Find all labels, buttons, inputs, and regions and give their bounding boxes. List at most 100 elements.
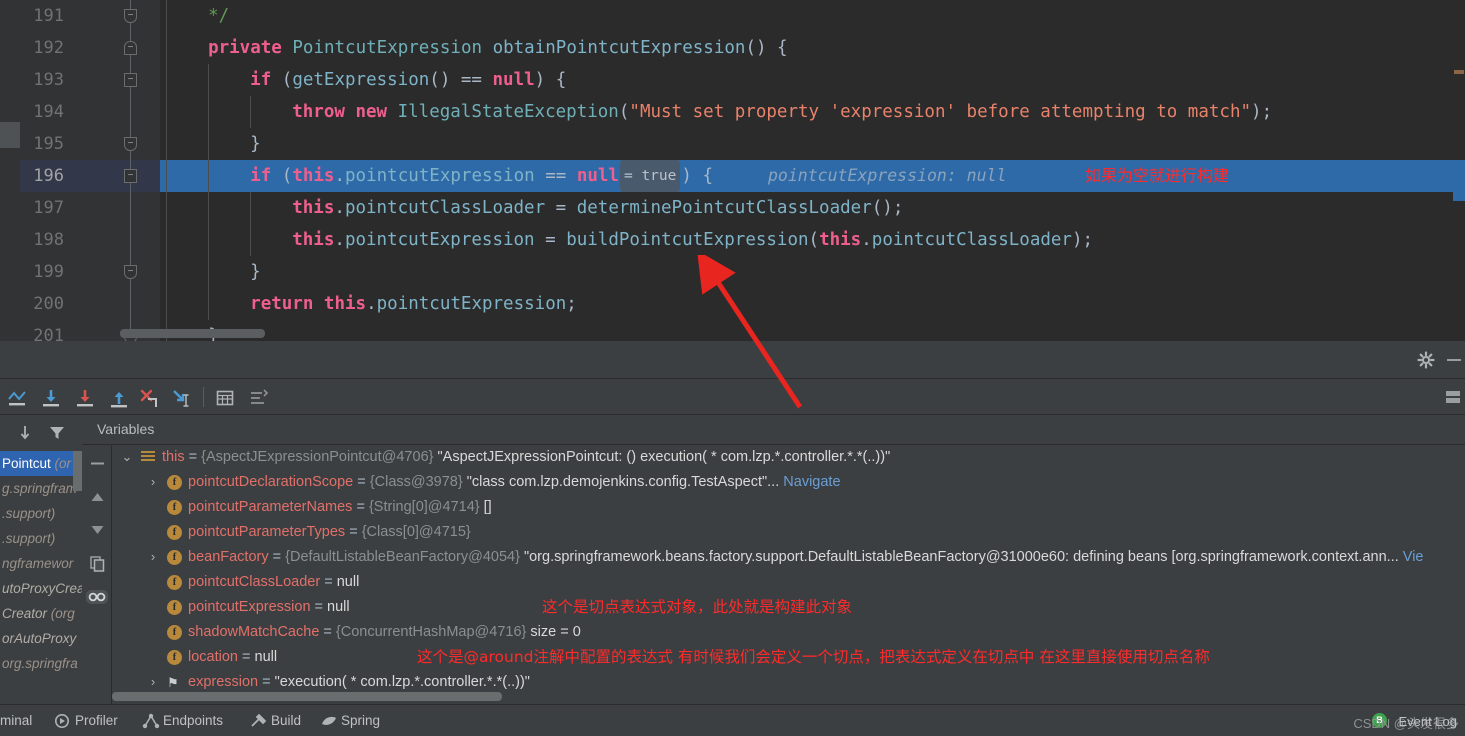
show-execution-point-icon[interactable] (6, 387, 28, 409)
settings-list-icon[interactable] (248, 387, 270, 409)
fold-toggle-icon[interactable]: − (124, 169, 137, 183)
variable-row[interactable]: f pointcutParameterTypes = {Class[0]@4715… (112, 520, 1465, 545)
navigate-link[interactable]: Navigate (783, 474, 840, 490)
sort-arrow-icon[interactable] (16, 424, 34, 447)
move-down-icon[interactable] (89, 521, 106, 538)
frame-item[interactable]: ngframewor (0, 551, 82, 576)
code-line-191[interactable]: */ (160, 0, 1465, 32)
chevron-right-icon[interactable]: › (146, 675, 160, 689)
frame-item[interactable]: orAutoProxy (0, 626, 82, 651)
gutter-line-199[interactable]: 199 − (20, 256, 160, 288)
call-stack-list[interactable]: Pointcut (or g.springfram .support) .suppor… (0, 451, 82, 704)
frames-toolbar[interactable] (0, 415, 82, 451)
variable-row[interactable]: f pointcutClassLoader = null (112, 570, 1465, 595)
code-line-194[interactable]: throw new IllegalStateException("Must se… (160, 96, 1465, 128)
gutter-line-191[interactable]: 191 − (20, 0, 160, 32)
code-line-197[interactable]: this.pointcutClassLoader = determinePoin… (160, 192, 1465, 224)
fold-toggle-icon[interactable]: − (124, 137, 137, 151)
panel-layout-icon[interactable] (1445, 389, 1461, 405)
frame-item[interactable]: org.springfra (0, 651, 82, 676)
copy-icon[interactable] (89, 555, 106, 572)
code-line-201[interactable]: } (160, 320, 1465, 341)
gutter-line-193[interactable]: 193 − (20, 64, 160, 96)
indent-guide (166, 64, 167, 96)
variable-row[interactable]: ⌄ this = {AspectJExpressionPointcut@4706}… (112, 445, 1465, 470)
code-token: ( (808, 230, 820, 250)
indent-guide (166, 224, 167, 256)
gutter-line-200[interactable]: 200 (20, 288, 160, 320)
fold-toggle-icon[interactable]: − (124, 41, 137, 55)
code-line-199[interactable]: } (160, 256, 1465, 288)
step-over-icon[interactable] (40, 387, 62, 409)
minimize-icon[interactable] (1447, 359, 1461, 361)
gutter-line-195[interactable]: 195 − (20, 128, 160, 160)
evaluate-expression-icon[interactable] (214, 387, 236, 409)
event-log-label[interactable]: Event Log (1398, 714, 1457, 729)
gutter-line-196[interactable]: 196 − (20, 160, 160, 192)
code-line-196[interactable]: if (this.pointcutExpression == null = tru… (160, 160, 1465, 192)
variable-row[interactable]: f pointcutExpression = null 这个是切点表达式对象，此处就… (112, 595, 1465, 620)
navigate-link[interactable]: Vie (1403, 549, 1424, 565)
fold-toggle-icon[interactable]: − (124, 73, 137, 87)
indent-guide (208, 160, 210, 192)
step-out-icon[interactable] (108, 387, 130, 409)
remove-icon[interactable] (89, 455, 106, 472)
variable-equals: = (319, 624, 336, 640)
status-item-build[interactable]: Build (271, 712, 301, 730)
frame-item[interactable]: Creator (org (0, 601, 82, 626)
variables-horizontal-scrollbar[interactable] (112, 692, 502, 701)
frames-panel[interactable]: Pointcut (or g.springfram .support) .suppor… (0, 415, 82, 704)
chevron-down-icon[interactable]: ⌄ (120, 450, 134, 464)
gutter-line-192[interactable]: 192 − (20, 32, 160, 64)
code-line-200[interactable]: return this.pointcutExpression; (160, 288, 1465, 320)
gear-icon[interactable] (1417, 351, 1435, 369)
debugger-step-toolbar[interactable] (0, 379, 1465, 415)
frame-item[interactable]: .support) (0, 526, 82, 551)
chevron-right-icon[interactable]: › (146, 550, 160, 564)
variable-row[interactable]: f pointcutParameterNames = {String[0]@471… (112, 495, 1465, 520)
watches-toolbar[interactable] (82, 415, 112, 704)
code-line-198[interactable]: this.pointcutExpression = buildPointcutE… (160, 224, 1465, 256)
variable-row[interactable]: › f pointcutDeclarationScope = {Class@3978… (112, 470, 1465, 495)
code-token: null (576, 166, 619, 186)
status-item-profiler[interactable]: Profiler (75, 712, 118, 730)
status-item-endpoints[interactable]: Endpoints (163, 712, 223, 730)
frame-item[interactable]: g.springfram (0, 476, 82, 501)
code-content[interactable]: */ private PointcutExpression obtainPoint… (160, 0, 1465, 341)
editor-gutter[interactable]: 191−192−193−194195−196−197198199−200201− (20, 0, 160, 341)
code-token: } (250, 134, 261, 154)
gutter-line-197[interactable]: 197 (20, 192, 160, 224)
frame-package: .support) (2, 506, 56, 521)
variable-row[interactable]: › f beanFactory = {DefaultListableBeanFact… (112, 545, 1465, 570)
fold-toggle-icon[interactable]: − (124, 9, 137, 23)
run-to-cursor-icon[interactable] (170, 387, 192, 409)
move-up-icon[interactable] (89, 489, 106, 506)
code-token: ) { (681, 166, 713, 186)
force-step-into-icon[interactable] (138, 387, 160, 409)
indent-guide (250, 224, 252, 256)
gutter-line-198[interactable]: 198 (20, 224, 160, 256)
code-line-195[interactable]: } (160, 128, 1465, 160)
editor-horizontal-scrollbar[interactable] (120, 329, 265, 338)
watches-icon[interactable] (85, 585, 109, 609)
frame-item[interactable]: .support) (0, 501, 82, 526)
code-line-193[interactable]: if (getExpression() == null) { (160, 64, 1465, 96)
variable-row[interactable]: f location = null 这个是@around注解中配置的表达式 有时候我… (112, 645, 1465, 670)
code-line-192[interactable]: private PointcutExpression obtainPointcu… (160, 32, 1465, 64)
frame-item[interactable]: utoProxyCrea (0, 576, 82, 601)
code-editor[interactable]: 191−192−193−194195−196−197198199−200201−… (0, 0, 1465, 341)
fold-toggle-icon[interactable]: − (124, 265, 137, 279)
frame-item[interactable]: Pointcut (or (0, 451, 82, 476)
tab-variables[interactable]: Variables (97, 421, 154, 437)
step-into-icon[interactable] (74, 387, 96, 409)
filter-icon[interactable] (48, 424, 66, 447)
status-item-minal[interactable]: minal (0, 712, 32, 730)
code-token: private (208, 38, 293, 58)
gutter-line-194[interactable]: 194 (20, 96, 160, 128)
frames-scrollbar[interactable] (73, 451, 82, 491)
variable-row[interactable]: f shadowMatchCache = {ConcurrentHashMap@4… (112, 620, 1465, 645)
status-item-spring[interactable]: Spring (341, 712, 380, 730)
variables-tree[interactable]: ⌄ this = {AspectJExpressionPointcut@4706}… (112, 445, 1465, 704)
code-token: if (250, 166, 282, 186)
chevron-right-icon[interactable]: › (146, 475, 160, 489)
